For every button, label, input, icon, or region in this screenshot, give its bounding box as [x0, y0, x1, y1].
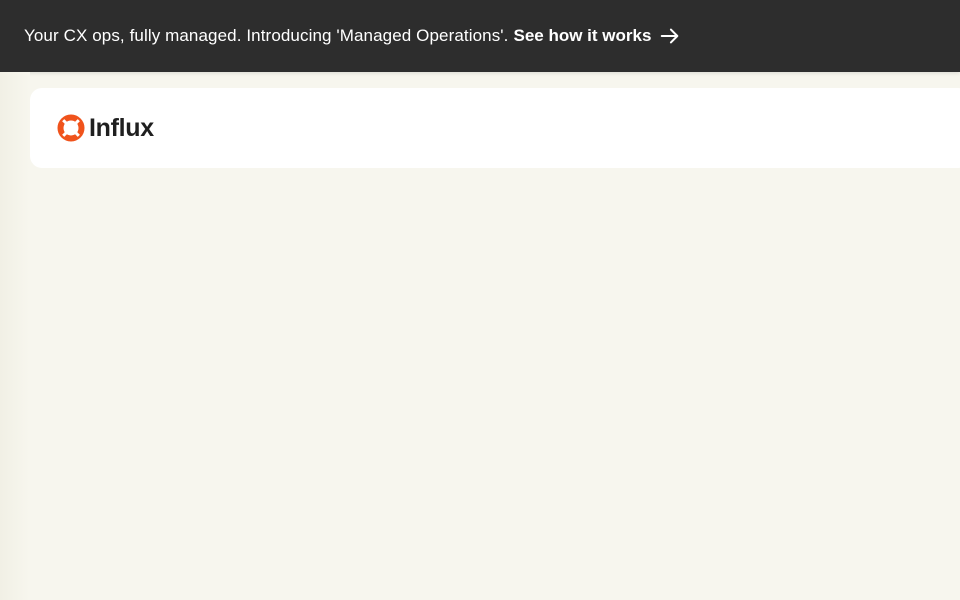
- announcement-bar: Your CX ops, fully managed. Introducing …: [0, 0, 960, 72]
- logo-wordmark: Influx: [89, 113, 154, 142]
- site-header: Influx: [30, 88, 960, 168]
- see-how-it-works-link[interactable]: See how it works: [513, 25, 681, 47]
- influx-logo-link[interactable]: Influx: [56, 113, 154, 143]
- page-background-edge: [0, 72, 30, 600]
- announcement-text: Your CX ops, fully managed. Introducing …: [24, 26, 509, 45]
- arrow-right-icon: [661, 28, 679, 44]
- lifebuoy-logo-icon: [57, 114, 85, 142]
- see-how-it-works-label: See how it works: [513, 26, 652, 45]
